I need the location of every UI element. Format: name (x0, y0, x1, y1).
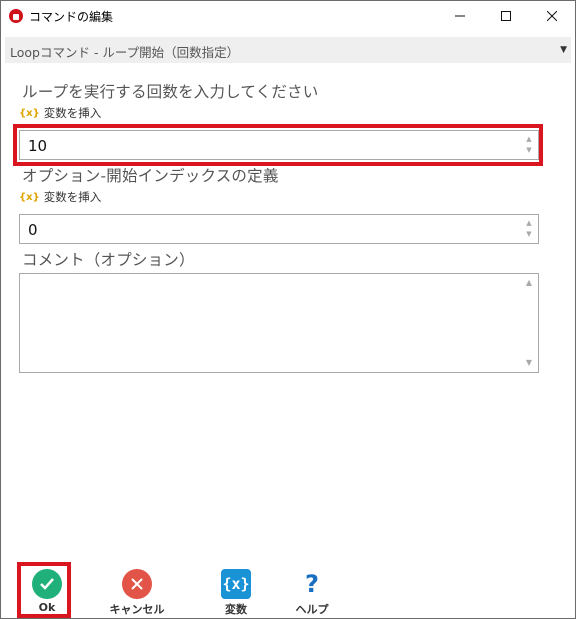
minimize-button[interactable] (437, 1, 483, 31)
start-index-label: オプション-開始インデックスの定義 (22, 167, 279, 185)
command-select-value: Loopコマンド - ループ開始（回数指定） (10, 45, 240, 60)
comment-textarea[interactable]: ▲ ▼ (19, 273, 539, 373)
app-icon (9, 9, 23, 23)
minimize-icon (455, 15, 465, 17)
close-button[interactable] (529, 1, 575, 31)
help-button[interactable]: ? ヘルプ (277, 569, 347, 617)
spin-down-icon[interactable]: ▼ (524, 145, 534, 155)
command-select[interactable]: Loopコマンド - ループ開始（回数指定） ▼ (5, 37, 571, 63)
window-title: コマンドの編集 (29, 10, 114, 24)
cancel-label: キャンセル (109, 603, 165, 616)
loop-count-input[interactable]: 10 ▲ ▼ (19, 130, 539, 160)
close-icon (547, 11, 557, 21)
help-label: ヘルプ (295, 603, 329, 616)
scroll-down-icon[interactable]: ▼ (526, 358, 532, 367)
variables-button[interactable]: {x} 変数 (201, 569, 271, 617)
spin-up-icon[interactable]: ▲ (524, 134, 534, 144)
variables-label: 変数 (225, 603, 247, 616)
checkmark-icon (32, 569, 62, 599)
start-index-value: 0 (28, 221, 38, 239)
variables-icon: {x} (221, 569, 251, 599)
variable-icon: {x} (19, 107, 40, 119)
loop-count-value: 10 (28, 137, 48, 155)
chevron-down-icon: ▼ (560, 45, 567, 55)
spin-up-icon[interactable]: ▲ (524, 218, 534, 228)
cancel-x-icon (122, 569, 152, 599)
maximize-button[interactable] (483, 1, 529, 31)
ok-button[interactable]: Ok (12, 569, 82, 614)
insert-variable-link-2[interactable]: {x} 変数を挿入 (19, 189, 101, 205)
comment-label: コメント（オプション） (22, 251, 195, 269)
loop-count-label: ループを実行する回数を入力してください (22, 83, 319, 101)
maximize-icon (501, 11, 511, 21)
insert-variable-label-2: 変数を挿入 (43, 190, 102, 204)
insert-variable-label-1: 変数を挿入 (43, 106, 102, 120)
dialog-window: コマンドの編集 Loopコマンド - ループ開始（回数指定） ▼ ループを実行す… (0, 0, 576, 619)
ok-label: Ok (38, 601, 56, 614)
variable-icon: {x} (19, 191, 40, 203)
insert-variable-link-1[interactable]: {x} 変数を挿入 (19, 105, 101, 121)
help-icon: ? (305, 570, 319, 598)
start-index-input[interactable]: 0 ▲ ▼ (19, 214, 539, 244)
title-bar: コマンドの編集 (1, 1, 575, 31)
cancel-button[interactable]: キャンセル (102, 569, 172, 617)
spin-down-icon[interactable]: ▼ (524, 229, 534, 239)
scroll-up-icon[interactable]: ▲ (526, 278, 532, 287)
